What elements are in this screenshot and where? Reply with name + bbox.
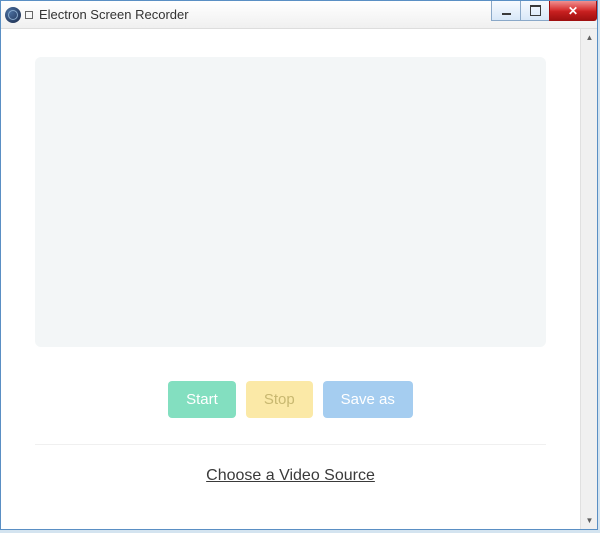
divider: [35, 444, 546, 445]
scroll-up-icon[interactable]: ▲: [581, 29, 597, 46]
app-icon: [5, 7, 21, 23]
restore-indicator-icon: [25, 11, 33, 19]
minimize-button[interactable]: [491, 1, 521, 21]
content: Start Stop Save as Choose a Video Source: [1, 29, 580, 505]
app-window: Electron Screen Recorder Start Stop Save…: [0, 0, 598, 530]
titlebar[interactable]: Electron Screen Recorder: [1, 1, 597, 29]
maximize-button[interactable]: [520, 1, 550, 21]
scroll-down-icon[interactable]: ▼: [581, 512, 597, 529]
start-button[interactable]: Start: [168, 381, 236, 418]
video-preview: [35, 57, 546, 347]
vertical-scrollbar[interactable]: ▲ ▼: [580, 29, 597, 529]
client-area: Start Stop Save as Choose a Video Source…: [1, 29, 597, 529]
button-row: Start Stop Save as: [35, 381, 546, 418]
stop-button[interactable]: Stop: [246, 381, 313, 418]
window-controls: [492, 1, 597, 21]
choose-video-source-link[interactable]: Choose a Video Source: [206, 467, 375, 484]
source-link-wrap: Choose a Video Source: [35, 467, 546, 485]
save-as-button[interactable]: Save as: [323, 381, 413, 418]
close-button[interactable]: [549, 1, 597, 21]
